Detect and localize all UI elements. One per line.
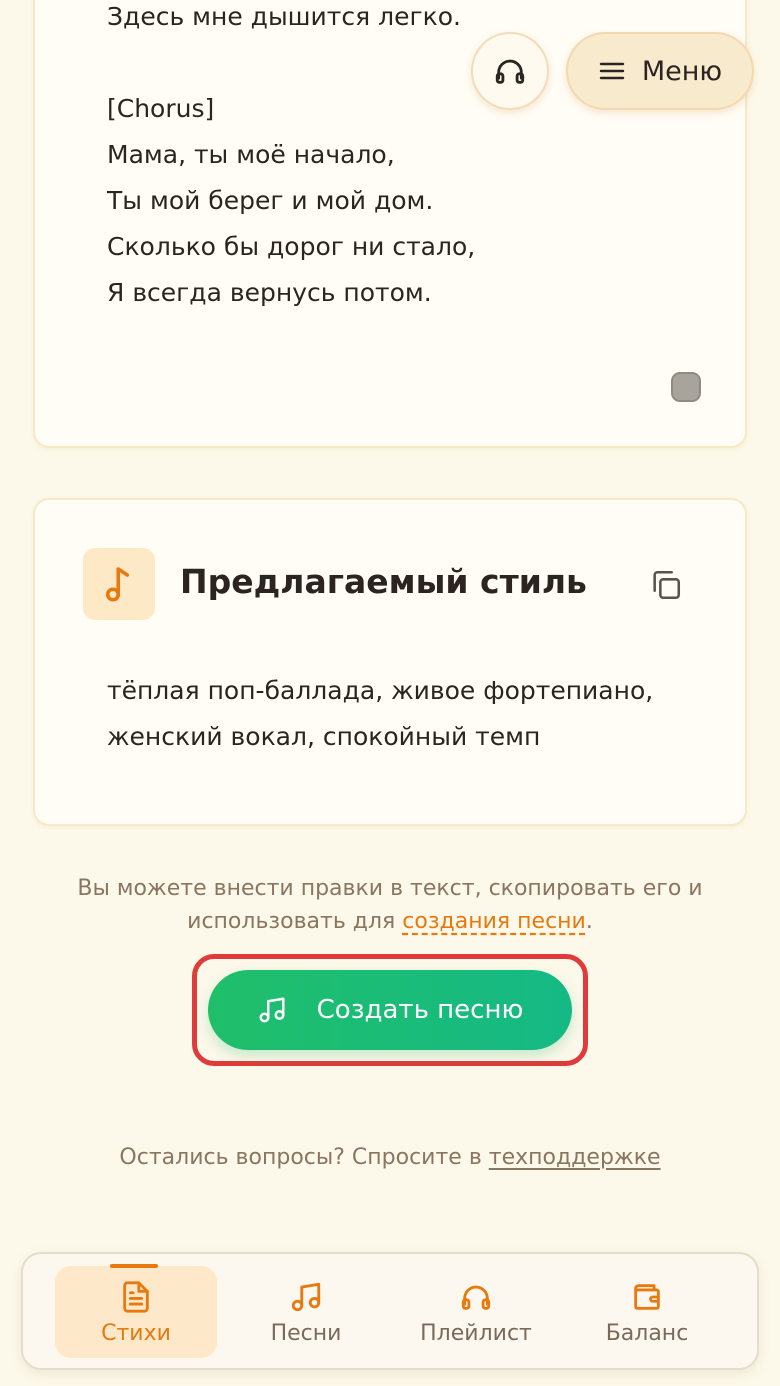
nav-item-poems[interactable]: Стихи [55,1266,217,1358]
support-text: Остались вопросы? Спросите в техподдержк… [0,1145,780,1170]
lyrics-line: Я всегда вернусь потом. [107,278,432,307]
hamburger-icon [599,62,625,80]
style-card: Предлагаемый стиль тёплая поп-баллада, ж… [33,498,747,826]
nav-label: Баланс [605,1320,689,1346]
create-song-label: Создать песню [316,995,524,1025]
create-song-button[interactable]: Создать песню [208,970,572,1050]
wallet-icon [634,1283,660,1310]
headphones-button[interactable] [471,32,549,110]
nav-label: Песни [270,1320,342,1346]
nav-item-songs[interactable]: Песни [225,1266,387,1358]
lyrics-line: Сколько бы дорог ни стало, [107,232,476,261]
style-icon-box [83,548,155,620]
nav-item-balance[interactable]: Баланс [566,1266,728,1358]
style-title: Предлагаемый стиль [180,562,587,601]
resize-handle[interactable] [671,372,701,402]
menu-label: Меню [641,55,723,87]
headphones-icon [495,59,525,84]
nav-item-playlist[interactable]: Плейлист [395,1266,557,1358]
lyrics-line: Ты мой берег и мой дом. [107,186,434,215]
hint-text-after: . [585,909,593,934]
create-song-link[interactable]: создания песни [402,909,586,934]
music-notes-icon [291,1282,321,1311]
music-notes-icon [259,997,285,1023]
style-text: тёплая поп-баллада, живое фортепиано, же… [107,676,654,751]
bottom-nav: Стихи Песни Плейлист Баланс [21,1252,759,1370]
support-link[interactable]: техподдержке [489,1145,661,1170]
hint-text-before: Вы можете внести правки в текст, скопиро… [77,876,703,934]
nav-label: Стихи [101,1320,171,1346]
hint-text: Вы можете внести правки в текст, скопиро… [40,872,740,938]
document-icon [123,1280,149,1313]
nav-label: Плейлист [420,1320,532,1346]
music-note-icon [105,567,130,602]
lyrics-line: Мама, ты моё начало, [107,140,395,169]
menu-button[interactable]: Меню [566,32,754,110]
active-tab-indicator [110,1264,158,1268]
support-prefix: Остались вопросы? Спросите в [119,1145,489,1170]
lyrics-line: Здесь мне дышится легко. [107,2,461,31]
lyrics-line: [Chorus] [107,94,215,123]
headphones-icon [461,1285,491,1310]
copy-icon[interactable] [649,568,683,602]
